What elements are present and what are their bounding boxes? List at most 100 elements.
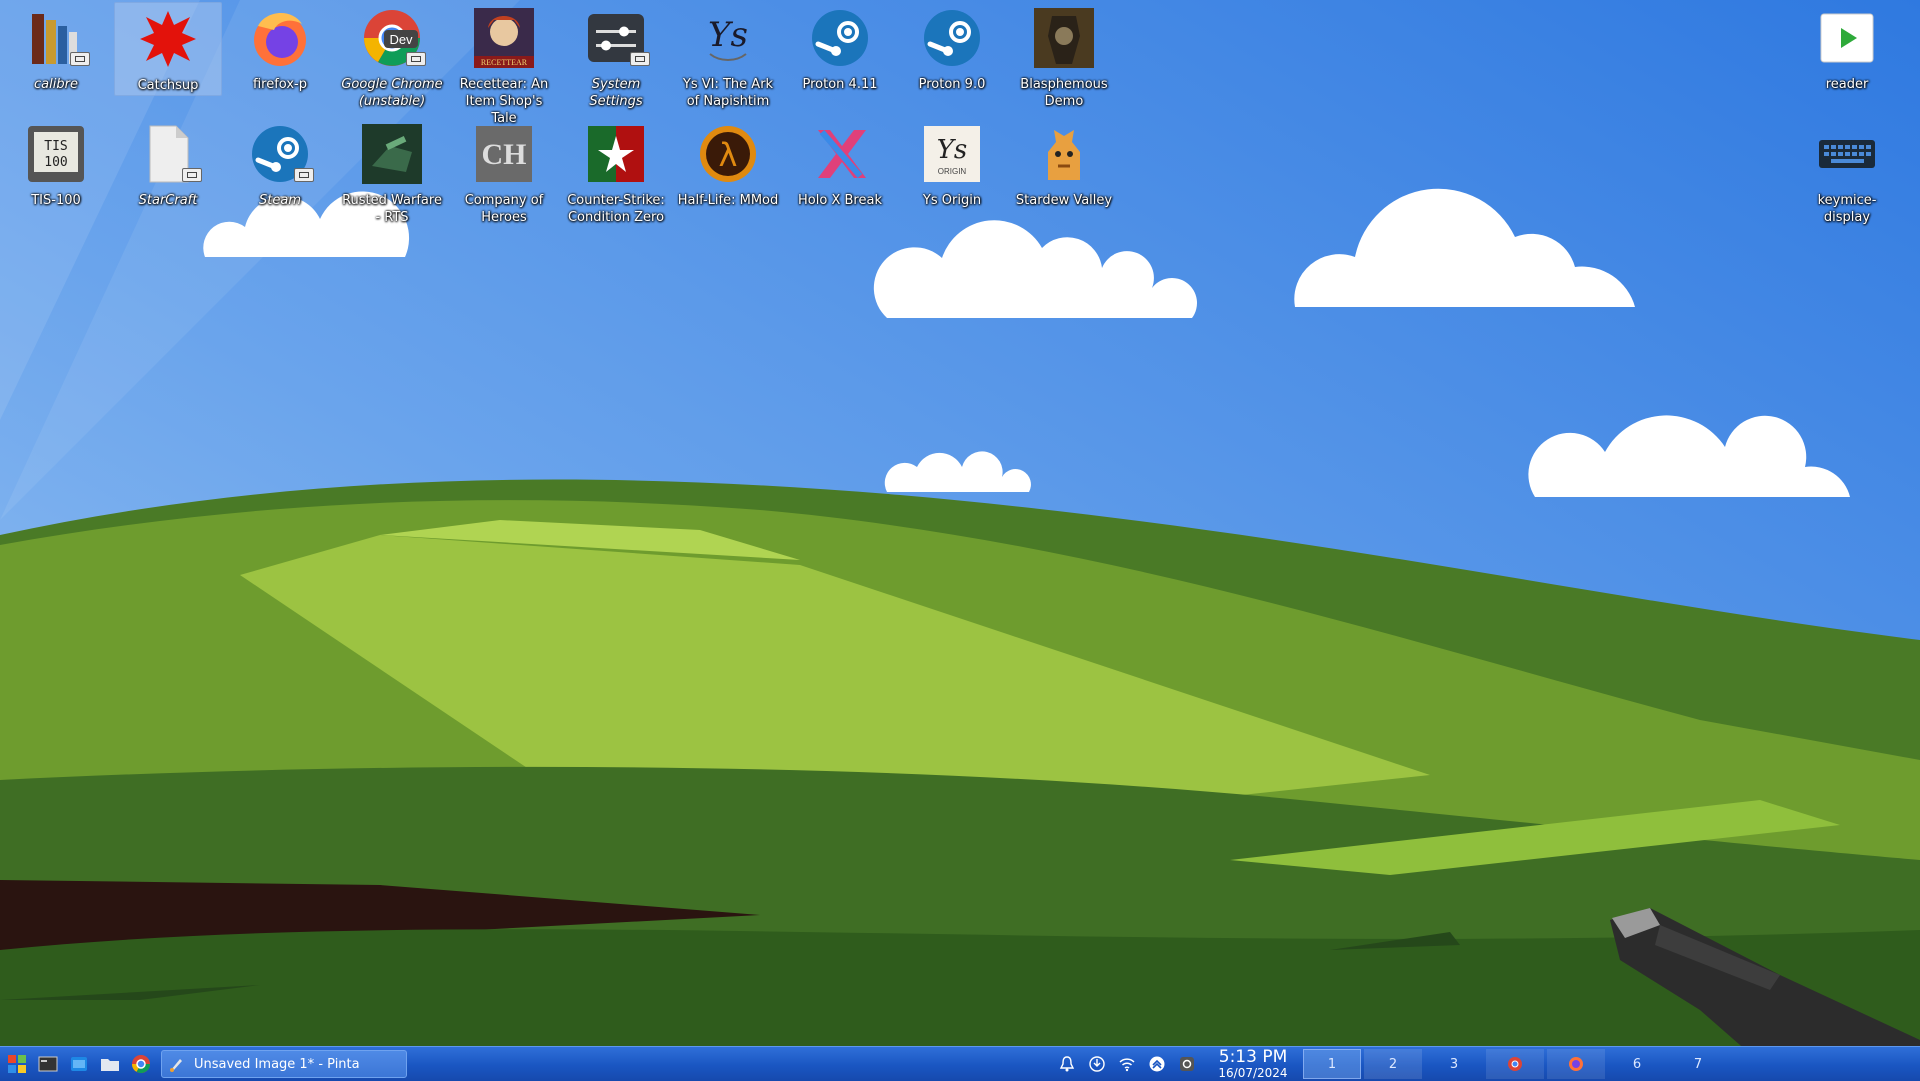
desktop-icon-stardew-valley[interactable]: Stardew Valley: [1010, 118, 1118, 209]
calibre-icon: [24, 6, 90, 70]
svg-text:RECETTEAR: RECETTEAR: [481, 58, 528, 67]
outlook-icon: [71, 1057, 87, 1071]
svg-text:TIS: TIS: [44, 139, 67, 154]
file-manager-icon: [101, 1059, 119, 1071]
virtual-desktop-pager: 1 2 3 6 7: [1300, 1049, 1727, 1079]
desktop-icon-label: firefox-p: [252, 77, 307, 92]
chrome-icon: [132, 1055, 150, 1074]
tray-update[interactable]: [1086, 1053, 1108, 1075]
svg-text:Ys: Ys: [708, 15, 748, 55]
desktop-icon-label: StarCraft: [138, 193, 198, 208]
desktop-icon-label: Proton 4.11: [802, 77, 878, 92]
desktop-2-label: 2: [1388, 1056, 1398, 1072]
desktop-icon-tis-100[interactable]: TIS 100 TIS-100: [2, 118, 110, 209]
desktop-icon-ys-origin[interactable]: Ys ORIGIN Ys Origin: [898, 118, 1006, 209]
desktop-icon-label: Blasphemous Demo: [1020, 77, 1108, 109]
tray-notifications[interactable]: [1056, 1053, 1078, 1075]
shortcut-badge-icon: [70, 52, 90, 66]
desktop-icon-label: Google Chrome (unstable): [341, 77, 443, 109]
desktop-icon-label: keymice-display: [1817, 193, 1877, 225]
desktop-icon-half-life-mmod[interactable]: λ Half-Life: MMod: [674, 118, 782, 209]
expand-tray-icon: [1149, 1056, 1165, 1072]
steam-icon: [248, 122, 314, 186]
svg-text:Ys: Ys: [937, 135, 968, 165]
pinta-icon: [170, 1059, 182, 1072]
desktop-icon-rusted-warfare-rts[interactable]: Rusted Warfare - RTS: [338, 118, 446, 226]
outlook-button[interactable]: [65, 1050, 93, 1078]
system-settings-icon: [584, 6, 650, 70]
keyboard-icon: [1815, 122, 1879, 186]
task-label: Unsaved Image 1* - Pinta: [194, 1056, 360, 1072]
desktop-icon-calibre[interactable]: calibre: [2, 2, 110, 93]
tray-wifi[interactable]: [1116, 1053, 1138, 1075]
shortcut-badge-icon: [406, 52, 426, 66]
notifications-icon: [1059, 1056, 1075, 1072]
desktop-6-label: 6: [1632, 1056, 1642, 1072]
desktop-icon-label: Company of Heroes: [464, 193, 544, 225]
desktop-4[interactable]: [1486, 1049, 1544, 1079]
shortcut-badge-icon: [294, 168, 314, 182]
steam-icon: [808, 6, 872, 70]
tray-expand[interactable]: [1146, 1053, 1168, 1075]
clock-date: 16/07/2024: [1218, 1066, 1288, 1080]
desktop-icon-ys-vi-the-ark-of-napishtim[interactable]: Ys Ys VI: The Ark of Napishtim: [674, 2, 782, 110]
desktop-1[interactable]: 1: [1303, 1049, 1361, 1079]
desktop-icon-blasphemous-demo[interactable]: Blasphemous Demo: [1010, 2, 1118, 110]
desktop-icon-company-of-heroes[interactable]: CH Company of Heroes: [450, 118, 558, 226]
taskbar-task-pinta[interactable]: Unsaved Image 1* - Pinta: [161, 1050, 407, 1078]
show-desktop-icon: [38, 1056, 58, 1072]
taskbar-clock[interactable]: 5:13 PM 16/07/2024: [1208, 1047, 1298, 1081]
stardew-valley-icon: [1032, 122, 1096, 186]
shortcut-badge-icon: [630, 52, 650, 66]
desktop-icon-counter-strike-condition-zero[interactable]: Counter-Strike: Condition Zero: [562, 118, 670, 226]
update-icon: [1089, 1056, 1105, 1072]
desktop-icon-label: Rusted Warfare - RTS: [342, 193, 442, 225]
chrome-button[interactable]: [127, 1050, 155, 1078]
desktop-icon-proton-4-11[interactable]: Proton 4.11: [786, 2, 894, 93]
desktop-icon-reader[interactable]: reader: [1793, 2, 1901, 93]
ys-vi-icon: Ys: [696, 6, 760, 70]
rusted-warfare-icon: [360, 122, 424, 186]
start-menu-button[interactable]: [3, 1050, 31, 1078]
desktop-icon-steam[interactable]: Steam: [226, 118, 334, 209]
desktop-icon-label: calibre: [34, 77, 78, 92]
desktop-5[interactable]: [1547, 1049, 1605, 1079]
tray-settings[interactable]: [1176, 1053, 1198, 1075]
tis-100-icon: TIS 100: [24, 122, 88, 186]
system-tray: [1052, 1047, 1202, 1081]
desktop-icon-label: System Settings: [589, 77, 643, 109]
ys-origin-icon: Ys ORIGIN: [920, 122, 984, 186]
shortcut-badge-icon: [182, 168, 202, 182]
desktop-2[interactable]: 2: [1364, 1049, 1422, 1079]
file-manager-button[interactable]: [96, 1050, 124, 1078]
holo-x-break-icon: [808, 122, 872, 186]
desktop-icon-starcraft[interactable]: StarCraft: [114, 118, 222, 209]
svg-text:λ: λ: [719, 136, 738, 174]
desktop-icon-label: TIS-100: [31, 193, 81, 208]
chrome-window-icon: [1508, 1057, 1522, 1071]
blasphemous-icon: [1032, 6, 1096, 70]
desktop-icon-label: Counter-Strike: Condition Zero: [567, 193, 665, 225]
desktop-7[interactable]: 7: [1669, 1049, 1727, 1079]
desktop-icon-proton-9-0[interactable]: Proton 9.0: [898, 2, 1006, 93]
desktop-3[interactable]: 3: [1425, 1049, 1483, 1079]
svg-text:100: 100: [44, 155, 67, 170]
taskbar: Unsaved Image 1* - Pinta 5:13 PM 16/07/2…: [0, 1046, 1920, 1081]
desktop-icon-label: Stardew Valley: [1015, 193, 1113, 208]
desktop-3-label: 3: [1449, 1056, 1459, 1072]
clock-time: 5:13 PM: [1218, 1047, 1288, 1067]
desktop-1-label: 1: [1327, 1056, 1337, 1072]
desktop-icon-system-settings[interactable]: System Settings: [562, 2, 670, 110]
steam-icon: [920, 6, 984, 70]
desktop-icon-keymice-display[interactable]: keymice-display: [1793, 118, 1901, 226]
desktop-icon-recettear-an-item-shop-s-tale[interactable]: RECETTEAR Recettear: An Item Shop's Tale: [450, 2, 558, 127]
show-desktop-button[interactable]: [34, 1050, 62, 1078]
desktop-6[interactable]: 6: [1608, 1049, 1666, 1079]
desktop-icon-firefox-p[interactable]: firefox-p: [226, 2, 334, 93]
half-life-icon: λ: [696, 122, 760, 186]
desktop-icon-label: Ys Origin: [922, 193, 982, 208]
desktop-icon-catchsup[interactable]: Catchsup: [114, 2, 222, 96]
desktop-icon-holo-x-break[interactable]: Holo X Break: [786, 118, 894, 209]
svg-text:Dev: Dev: [389, 32, 413, 47]
desktop-icon-google-chrome-unstable[interactable]: Dev Google Chrome (unstable): [338, 2, 446, 110]
